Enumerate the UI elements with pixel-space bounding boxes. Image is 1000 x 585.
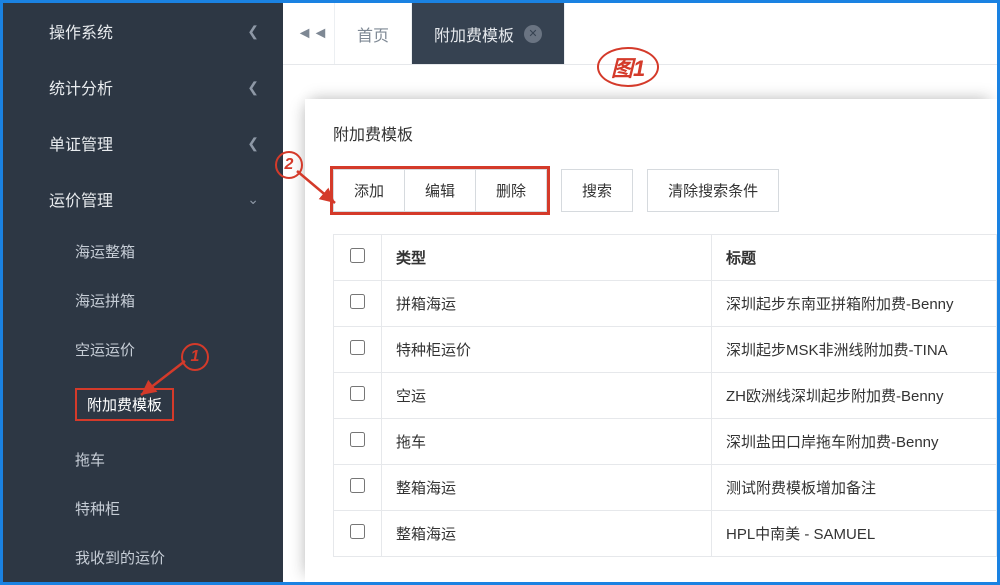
sidebar-item-received[interactable]: 我收到的运价 xyxy=(3,533,283,582)
tab-label: 附加费模板 xyxy=(434,22,514,46)
table-row[interactable]: 整箱海运 HPL中南美 - SAMUEL xyxy=(334,511,997,557)
close-icon[interactable]: ✕ xyxy=(524,25,542,43)
delete-button[interactable]: 删除 xyxy=(476,170,546,211)
table-row[interactable]: 拼箱海运 深圳起步东南亚拼箱附加费-Benny xyxy=(334,281,997,327)
toolbar: 添加 编辑 删除 搜索 清除搜索条件 xyxy=(333,169,997,212)
table-row[interactable]: 特种柜运价 深圳起步MSK非洲线附加费-TINA xyxy=(334,327,997,373)
annotation-badge-2: 2 xyxy=(275,151,303,179)
header-type: 类型 xyxy=(382,235,712,281)
select-all-checkbox[interactable] xyxy=(350,248,365,263)
tab-home[interactable]: 首页 xyxy=(335,3,412,64)
annotation-fig1: 图1 xyxy=(597,47,659,87)
table-row[interactable]: 空运 ZH欧洲线深圳起步附加费-Benny xyxy=(334,373,997,419)
cell-type: 拼箱海运 xyxy=(382,281,712,327)
sidebar-group-label: 操作系统 xyxy=(49,19,113,43)
annotation-label: 图1 xyxy=(597,47,659,87)
row-checkbox[interactable] xyxy=(350,294,365,309)
table-row[interactable]: 拖车 深圳盐田口岸拖车附加费-Benny xyxy=(334,419,997,465)
sidebar-group-docs[interactable]: 单证管理 ❮ xyxy=(3,115,283,171)
cell-type: 整箱海运 xyxy=(382,465,712,511)
add-button[interactable]: 添加 xyxy=(334,170,405,211)
cell-type: 整箱海运 xyxy=(382,511,712,557)
sidebar-group-stats[interactable]: 统计分析 ❮ xyxy=(3,59,283,115)
header-checkbox-cell xyxy=(334,235,382,281)
annotation-badge-1: 1 xyxy=(181,343,209,371)
sidebar-item-air[interactable]: 空运运价 xyxy=(3,325,283,374)
sidebar-group-label: 单证管理 xyxy=(49,131,113,155)
tab-back-button[interactable]: ◄◄ xyxy=(291,3,335,64)
row-checkbox[interactable] xyxy=(350,340,365,355)
sidebar-group-label: 运价管理 xyxy=(49,187,113,211)
rewind-icon: ◄◄ xyxy=(297,25,329,43)
sidebar: 操作系统 ❮ 统计分析 ❮ 单证管理 ❮ 运价管理 ⌄ 海运整箱 海运拼箱 空运… xyxy=(3,3,283,582)
sidebar-group-ops[interactable]: 操作系统 ❮ xyxy=(3,3,283,59)
row-checkbox[interactable] xyxy=(350,432,365,447)
sidebar-item-lcl[interactable]: 海运拼箱 xyxy=(3,276,283,325)
tab-label: 首页 xyxy=(357,22,389,46)
search-button[interactable]: 搜索 xyxy=(561,169,633,212)
row-checkbox[interactable] xyxy=(350,478,365,493)
chevron-down-icon: ⌄ xyxy=(247,191,259,208)
sidebar-group-freight[interactable]: 运价管理 ⌄ xyxy=(3,171,283,227)
cell-title: 测试附费模板增加备注 xyxy=(712,465,997,511)
sidebar-item-special[interactable]: 特种柜 xyxy=(3,484,283,533)
table-header-row: 类型 标题 xyxy=(334,235,997,281)
chevron-left-icon: ❮ xyxy=(247,135,259,152)
cell-type: 拖车 xyxy=(382,419,712,465)
edit-button[interactable]: 编辑 xyxy=(405,170,476,211)
header-title: 标题 xyxy=(712,235,997,281)
sidebar-item-fcl[interactable]: 海运整箱 xyxy=(3,227,283,276)
chevron-left-icon: ❮ xyxy=(247,79,259,96)
sidebar-item-trailer[interactable]: 拖车 xyxy=(3,435,283,484)
row-checkbox[interactable] xyxy=(350,386,365,401)
sidebar-group-label: 统计分析 xyxy=(49,75,113,99)
table-row[interactable]: 整箱海运 测试附费模板增加备注 xyxy=(334,465,997,511)
panel-title: 附加费模板 xyxy=(333,121,997,145)
cell-title: HPL中南美 - SAMUEL xyxy=(712,511,997,557)
cell-title: 深圳起步东南亚拼箱附加费-Benny xyxy=(712,281,997,327)
content-panel: 附加费模板 添加 编辑 删除 搜索 清除搜索条件 类型 标题 xyxy=(305,99,997,582)
data-table: 类型 标题 拼箱海运 深圳起步东南亚拼箱附加费-Benny 特种柜运价 深圳起步… xyxy=(333,234,997,557)
cell-type: 特种柜运价 xyxy=(382,327,712,373)
cell-title: 深圳起步MSK非洲线附加费-TINA xyxy=(712,327,997,373)
sidebar-item-surcharge-template[interactable]: 附加费模板 xyxy=(3,374,283,435)
tab-surcharge-template[interactable]: 附加费模板 ✕ xyxy=(412,3,565,64)
chevron-left-icon: ❮ xyxy=(247,23,259,40)
row-checkbox[interactable] xyxy=(350,524,365,539)
app-frame: 操作系统 ❮ 统计分析 ❮ 单证管理 ❮ 运价管理 ⌄ 海运整箱 海运拼箱 空运… xyxy=(0,0,1000,585)
cell-title: 深圳盐田口岸拖车附加费-Benny xyxy=(712,419,997,465)
crud-button-group: 添加 编辑 删除 xyxy=(333,169,547,212)
cell-type: 空运 xyxy=(382,373,712,419)
clear-search-button[interactable]: 清除搜索条件 xyxy=(647,169,779,212)
cell-title: ZH欧洲线深圳起步附加费-Benny xyxy=(712,373,997,419)
main-area: ◄◄ 首页 附加费模板 ✕ 附加费模板 添加 编辑 删除 搜索 清除搜索条件 xyxy=(283,3,997,582)
